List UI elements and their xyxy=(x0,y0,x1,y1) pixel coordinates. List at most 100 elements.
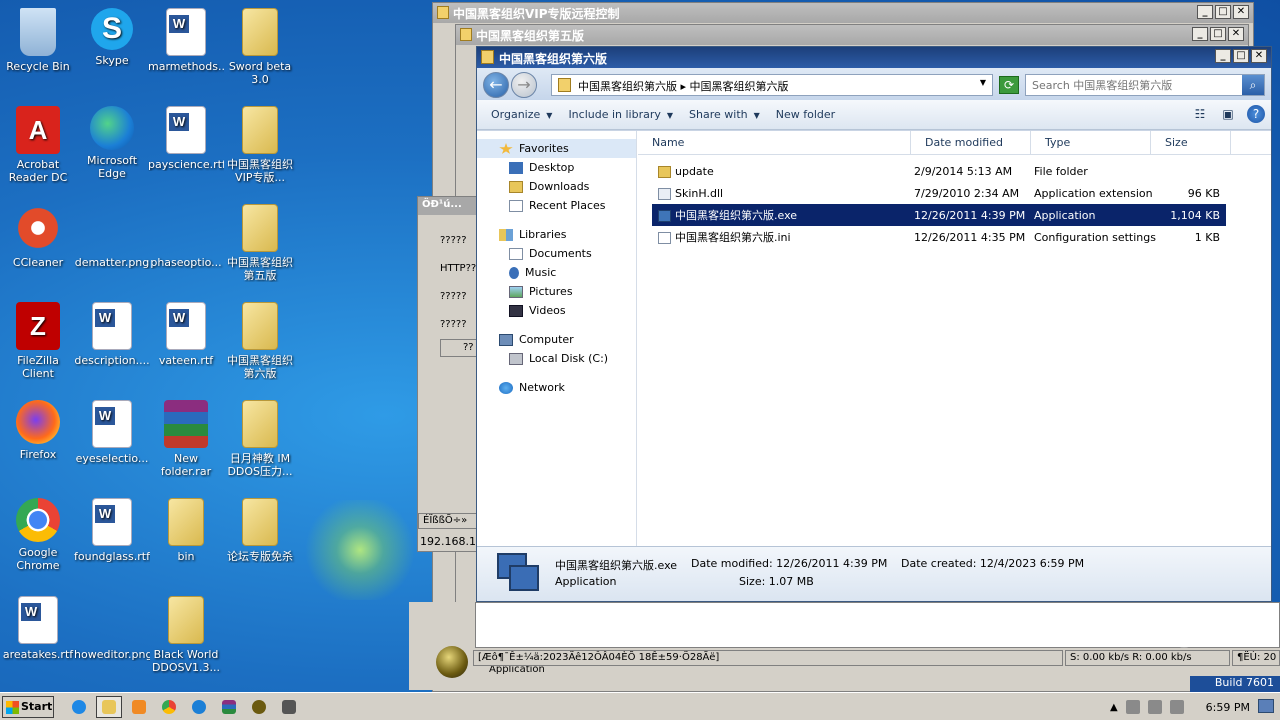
config-file-icon xyxy=(658,232,671,244)
file-row[interactable]: update 2/9/2014 5:13 AM File folder xyxy=(652,160,1226,182)
nav-recent-places[interactable]: Recent Places xyxy=(477,196,636,215)
hidden-dialog[interactable]: ÖÐ¹ú... ????? HTTP?? ????? ????? ?? ÉÏßß… xyxy=(417,196,479,552)
desktop-icon-foundglass[interactable]: foundglass.rtf xyxy=(74,498,150,563)
file-row[interactable]: 中国黑客组织第六版.ini 12/26/2011 4:35 PM Configu… xyxy=(652,226,1226,248)
dialog-tab[interactable]: ÉÏßßÕ÷» xyxy=(418,513,478,529)
desktop-icon-black-world[interactable]: Black World DDOSV1.3... xyxy=(148,596,224,674)
dialog-button[interactable]: ?? xyxy=(440,339,478,357)
desktop-icon-dematter[interactable]: dematter.png xyxy=(74,204,150,269)
desktop-icon-edge[interactable]: Microsoft Edge xyxy=(74,106,150,180)
fifth-window-titlebar[interactable]: 中国黑客组织第五版 _ □ ✕ xyxy=(456,25,1248,45)
chrome-icon xyxy=(16,498,60,542)
taskbar-remote-app-icon[interactable] xyxy=(276,696,302,718)
column-name[interactable]: Name xyxy=(638,131,911,154)
window-controls: _ □ ✕ xyxy=(1192,27,1244,41)
desktop-icon-fifth-folder[interactable]: 中国黑客组织第五版 xyxy=(222,204,298,282)
desktop-icon-ddos-folder[interactable]: 日月神教 IM DDOS压力... xyxy=(222,400,298,478)
view-options-icon[interactable]: ☷ xyxy=(1191,105,1209,123)
desktop-icon-new-folder-rar[interactable]: New folder.rar xyxy=(148,400,224,478)
dialog-ip: 192.168.10 xyxy=(420,535,479,548)
taskbar-globe-app-icon[interactable] xyxy=(246,696,272,718)
desktop-icon-recycle-bin[interactable]: Recycle Bin xyxy=(0,8,76,73)
desktop-icon-firefox[interactable]: Firefox xyxy=(0,400,76,461)
minimize-button[interactable]: _ xyxy=(1197,5,1213,19)
file-row-selected[interactable]: 中国黑客组织第六版.exe 12/26/2011 4:39 PM Applica… xyxy=(652,204,1226,226)
explorer-titlebar[interactable]: 中国黑客组织第六版 _ □ ✕ xyxy=(477,47,1271,68)
help-icon[interactable]: ? xyxy=(1247,105,1265,123)
tray-expand-icon[interactable]: ▲ xyxy=(1110,702,1118,713)
forward-button[interactable]: → xyxy=(511,72,537,98)
start-button[interactable]: Start xyxy=(2,696,54,718)
taskbar-explorer-icon[interactable] xyxy=(96,696,122,718)
minimize-button[interactable]: _ xyxy=(1192,27,1208,41)
desktop-icon-payscience[interactable]: payscience.rtf xyxy=(148,106,224,171)
taskbar-edge-icon[interactable] xyxy=(186,696,212,718)
vip-window-titlebar[interactable]: 中国黑客组织VIP专版远程控制 _ □ ✕ xyxy=(433,3,1253,23)
show-desktop-icon[interactable] xyxy=(1258,699,1274,713)
clock[interactable]: 6:59 PM xyxy=(1206,701,1250,714)
desktop-icon-forum-folder[interactable]: 论坛专版免杀 xyxy=(222,498,298,563)
column-size[interactable]: Size xyxy=(1151,131,1231,154)
column-type[interactable]: Type xyxy=(1031,131,1151,154)
desktop-icon-vateen[interactable]: vateen.rtf xyxy=(148,302,224,367)
close-button[interactable]: ✕ xyxy=(1228,27,1244,41)
desktop-icon-eyeselectio[interactable]: eyeselectio... xyxy=(74,400,150,465)
desktop-icon-skype[interactable]: S Skype xyxy=(74,8,150,67)
image-file-icon xyxy=(88,204,136,252)
desktop-icon-ccleaner[interactable]: CCleaner xyxy=(0,204,76,269)
back-button[interactable]: ← xyxy=(483,72,509,98)
taskbar-ie-icon[interactable] xyxy=(66,696,92,718)
nav-music[interactable]: Music xyxy=(477,263,636,282)
file-row[interactable]: SkinH.dll 7/29/2010 2:34 AM Application … xyxy=(652,182,1226,204)
tray-flag-icon[interactable] xyxy=(1169,700,1184,714)
nav-pictures[interactable]: Pictures xyxy=(477,282,636,301)
nav-favorites[interactable]: Favorites xyxy=(477,139,636,158)
tray-network-icon[interactable] xyxy=(1125,700,1140,714)
nav-documents[interactable]: Documents xyxy=(477,244,636,263)
desktop-icon-acrobat[interactable]: A Acrobat Reader DC xyxy=(0,106,76,184)
new-folder-button[interactable]: New folder xyxy=(768,108,843,121)
nav-libraries[interactable]: Libraries xyxy=(477,225,636,244)
taskbar-media-player-icon[interactable] xyxy=(126,696,152,718)
chevron-down-icon[interactable]: ▼ xyxy=(980,78,986,87)
desktop-icon-bin[interactable]: bin xyxy=(148,498,224,563)
nav-computer[interactable]: Computer xyxy=(477,330,636,349)
desktop-icon-sixth-folder[interactable]: 中国黑客组织第六版 xyxy=(222,302,298,380)
include-in-library-button[interactable]: Include in library ▼ xyxy=(560,108,681,121)
organize-button[interactable]: Organize ▼ xyxy=(483,108,560,121)
minimize-button[interactable]: _ xyxy=(1215,49,1231,63)
close-button[interactable]: ✕ xyxy=(1233,5,1249,19)
desktop-icon-description[interactable]: description.... xyxy=(74,302,150,367)
desktop-icon-howeditor[interactable]: howeditor.png xyxy=(74,596,150,661)
desktop-icon-phaseoptio[interactable]: phaseoptio... xyxy=(148,204,224,269)
column-date-modified[interactable]: Date modified xyxy=(911,131,1031,154)
word-document-icon xyxy=(92,302,132,350)
tray-volume-icon[interactable] xyxy=(1147,700,1162,714)
preview-pane-icon[interactable]: ▣ xyxy=(1219,105,1237,123)
desktop-icon-vip-folder[interactable]: 中国黑客组织VIP专版... xyxy=(222,106,298,184)
pictures-icon xyxy=(509,286,523,298)
taskbar-chrome-icon[interactable] xyxy=(156,696,182,718)
desktop-icon-marmethods[interactable]: marmethods.... xyxy=(148,8,224,73)
maximize-button[interactable]: □ xyxy=(1233,49,1249,63)
refresh-button[interactable]: ⟳ xyxy=(999,76,1019,94)
maximize-button[interactable]: □ xyxy=(1215,5,1231,19)
desktop-icon-sword-beta[interactable]: Sword beta 3.0 xyxy=(222,8,298,86)
nav-local-disk[interactable]: Local Disk (C:) xyxy=(477,349,636,368)
nav-videos[interactable]: Videos xyxy=(477,301,636,320)
share-with-button[interactable]: Share with ▼ xyxy=(681,108,768,121)
desktop-icon-chrome[interactable]: Google Chrome xyxy=(0,498,76,572)
explorer-window[interactable]: 中国黑客组织第六版 _ □ ✕ ← → 中国黑客组织第六版 ▸ 中国黑客组织第六… xyxy=(476,46,1272,602)
taskbar-rar-icon[interactable] xyxy=(216,696,242,718)
address-field[interactable]: 中国黑客组织第六版 ▸ 中国黑客组织第六版 ▼ xyxy=(551,74,993,96)
desktop-icon-filezilla[interactable]: Z FileZilla Client xyxy=(0,302,76,380)
nav-desktop[interactable]: Desktop xyxy=(477,158,636,177)
chevron-down-icon: ▼ xyxy=(666,111,674,120)
search-icon[interactable]: ⌕ xyxy=(1242,75,1264,95)
nav-downloads[interactable]: Downloads xyxy=(477,177,636,196)
nav-network[interactable]: Network xyxy=(477,378,636,397)
desktop-icon-areatakes[interactable]: areatakes.rtf xyxy=(0,596,76,661)
close-button[interactable]: ✕ xyxy=(1251,49,1267,63)
search-input[interactable] xyxy=(1026,75,1236,95)
maximize-button[interactable]: □ xyxy=(1210,27,1226,41)
